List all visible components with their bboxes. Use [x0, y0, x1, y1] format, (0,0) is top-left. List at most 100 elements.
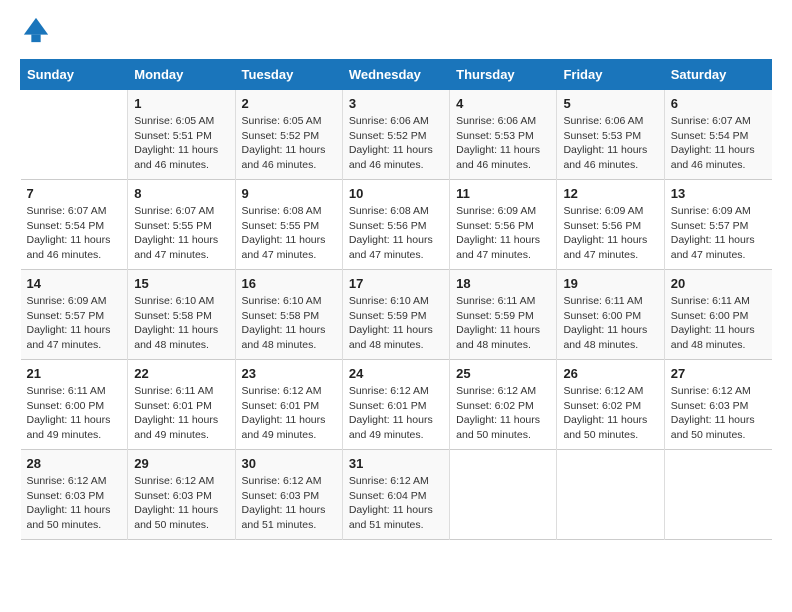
day-info: Sunrise: 6:05 AMSunset: 5:51 PMDaylight:… — [134, 114, 228, 173]
day-info: Sunrise: 6:12 AMSunset: 6:02 PMDaylight:… — [563, 384, 657, 443]
day-info: Sunrise: 6:11 AMSunset: 6:00 PMDaylight:… — [27, 384, 122, 443]
day-info: Sunrise: 6:08 AMSunset: 5:56 PMDaylight:… — [349, 204, 443, 263]
day-info: Sunrise: 6:11 AMSunset: 6:00 PMDaylight:… — [563, 294, 657, 353]
day-info: Sunrise: 6:07 AMSunset: 5:54 PMDaylight:… — [27, 204, 122, 263]
calendar-cell: 16 Sunrise: 6:10 AMSunset: 5:58 PMDayligh… — [235, 270, 342, 360]
day-number: 1 — [134, 96, 228, 111]
calendar-cell: 8 Sunrise: 6:07 AMSunset: 5:55 PMDaylight… — [128, 180, 235, 270]
day-info: Sunrise: 6:12 AMSunset: 6:01 PMDaylight:… — [242, 384, 336, 443]
calendar-cell: 12 Sunrise: 6:09 AMSunset: 5:56 PMDayligh… — [557, 180, 664, 270]
day-info: Sunrise: 6:08 AMSunset: 5:55 PMDaylight:… — [242, 204, 336, 263]
day-number: 25 — [456, 366, 550, 381]
calendar-cell: 6Sunrise: 6:07 AMSunset: 5:54 PMDaylight… — [664, 90, 771, 180]
day-number: 18 — [456, 276, 550, 291]
day-info: Sunrise: 6:10 AMSunset: 5:59 PMDaylight:… — [349, 294, 443, 353]
day-number: 8 — [134, 186, 228, 201]
logo-icon — [22, 16, 50, 44]
calendar-cell: 17 Sunrise: 6:10 AMSunset: 5:59 PMDayligh… — [342, 270, 449, 360]
day-number: 12 — [563, 186, 657, 201]
weekday-header: Monday — [128, 60, 235, 90]
day-number: 9 — [242, 186, 336, 201]
day-number: 7 — [27, 186, 122, 201]
calendar-cell — [450, 450, 557, 540]
calendar-table: SundayMondayTuesdayWednesdayThursdayFrid… — [20, 59, 772, 540]
day-info: Sunrise: 6:12 AMSunset: 6:03 PMDaylight:… — [27, 474, 122, 533]
day-number: 31 — [349, 456, 443, 471]
day-number: 20 — [671, 276, 766, 291]
day-info: Sunrise: 6:12 AMSunset: 6:01 PMDaylight:… — [349, 384, 443, 443]
calendar-cell: 27Sunrise: 6:12 AMSunset: 6:03 PMDayligh… — [664, 360, 771, 450]
day-info: Sunrise: 6:09 AMSunset: 5:57 PMDaylight:… — [671, 204, 766, 263]
calendar-cell: 11 Sunrise: 6:09 AMSunset: 5:56 PMDayligh… — [450, 180, 557, 270]
day-number: 23 — [242, 366, 336, 381]
calendar-cell: 7 Sunrise: 6:07 AMSunset: 5:54 PMDaylight… — [21, 180, 128, 270]
calendar-cell: 5 Sunrise: 6:06 AMSunset: 5:53 PMDaylight… — [557, 90, 664, 180]
day-number: 26 — [563, 366, 657, 381]
calendar-body: 1 Sunrise: 6:05 AMSunset: 5:51 PMDaylight… — [21, 90, 772, 540]
day-info: Sunrise: 6:11 AMSunset: 6:01 PMDaylight:… — [134, 384, 228, 443]
calendar-cell: 24 Sunrise: 6:12 AMSunset: 6:01 PMDayligh… — [342, 360, 449, 450]
day-info: Sunrise: 6:12 AMSunset: 6:03 PMDaylight:… — [242, 474, 336, 533]
weekday-header: Wednesday — [342, 60, 449, 90]
day-number: 22 — [134, 366, 228, 381]
page-header — [20, 20, 772, 49]
calendar-cell: 9 Sunrise: 6:08 AMSunset: 5:55 PMDaylight… — [235, 180, 342, 270]
day-number: 11 — [456, 186, 550, 201]
calendar-cell: 2 Sunrise: 6:05 AMSunset: 5:52 PMDaylight… — [235, 90, 342, 180]
calendar-cell: 31 Sunrise: 6:12 AMSunset: 6:04 PMDayligh… — [342, 450, 449, 540]
day-number: 6 — [671, 96, 766, 111]
weekday-header: Friday — [557, 60, 664, 90]
calendar-week-row: 21 Sunrise: 6:11 AMSunset: 6:00 PMDayligh… — [21, 360, 772, 450]
calendar-cell: 15 Sunrise: 6:10 AMSunset: 5:58 PMDayligh… — [128, 270, 235, 360]
day-info: Sunrise: 6:10 AMSunset: 5:58 PMDaylight:… — [242, 294, 336, 353]
day-number: 28 — [27, 456, 122, 471]
calendar-cell: 22 Sunrise: 6:11 AMSunset: 6:01 PMDayligh… — [128, 360, 235, 450]
calendar-week-row: 14Sunrise: 6:09 AMSunset: 5:57 PMDayligh… — [21, 270, 772, 360]
day-number: 16 — [242, 276, 336, 291]
calendar-cell: 18Sunrise: 6:11 AMSunset: 5:59 PMDayligh… — [450, 270, 557, 360]
day-number: 3 — [349, 96, 443, 111]
calendar-cell: 13 Sunrise: 6:09 AMSunset: 5:57 PMDayligh… — [664, 180, 771, 270]
day-number: 15 — [134, 276, 228, 291]
calendar-cell — [664, 450, 771, 540]
day-number: 4 — [456, 96, 550, 111]
weekday-header: Tuesday — [235, 60, 342, 90]
calendar-cell — [21, 90, 128, 180]
day-info: Sunrise: 6:05 AMSunset: 5:52 PMDaylight:… — [242, 114, 336, 173]
day-number: 24 — [349, 366, 443, 381]
day-number: 17 — [349, 276, 443, 291]
day-number: 29 — [134, 456, 228, 471]
day-number: 30 — [242, 456, 336, 471]
day-info: Sunrise: 6:11 AMSunset: 6:00 PMDaylight:… — [671, 294, 766, 353]
calendar-header-row: SundayMondayTuesdayWednesdayThursdayFrid… — [21, 60, 772, 90]
day-info: Sunrise: 6:09 AMSunset: 5:56 PMDaylight:… — [456, 204, 550, 263]
calendar-cell: 21 Sunrise: 6:11 AMSunset: 6:00 PMDayligh… — [21, 360, 128, 450]
day-info: Sunrise: 6:12 AMSunset: 6:03 PMDaylight:… — [671, 384, 766, 443]
day-info: Sunrise: 6:06 AMSunset: 5:53 PMDaylight:… — [456, 114, 550, 173]
day-info: Sunrise: 6:06 AMSunset: 5:53 PMDaylight:… — [563, 114, 657, 173]
day-info: Sunrise: 6:06 AMSunset: 5:52 PMDaylight:… — [349, 114, 443, 173]
day-info: Sunrise: 6:09 AMSunset: 5:56 PMDaylight:… — [563, 204, 657, 263]
calendar-cell: 30 Sunrise: 6:12 AMSunset: 6:03 PMDayligh… — [235, 450, 342, 540]
calendar-cell: 14Sunrise: 6:09 AMSunset: 5:57 PMDayligh… — [21, 270, 128, 360]
calendar-cell: 25 Sunrise: 6:12 AMSunset: 6:02 PMDayligh… — [450, 360, 557, 450]
day-number: 13 — [671, 186, 766, 201]
day-info: Sunrise: 6:12 AMSunset: 6:02 PMDaylight:… — [456, 384, 550, 443]
calendar-week-row: 1 Sunrise: 6:05 AMSunset: 5:51 PMDaylight… — [21, 90, 772, 180]
day-info: Sunrise: 6:12 AMSunset: 6:04 PMDaylight:… — [349, 474, 443, 533]
calendar-cell: 3 Sunrise: 6:06 AMSunset: 5:52 PMDaylight… — [342, 90, 449, 180]
logo — [20, 20, 54, 49]
day-number: 21 — [27, 366, 122, 381]
weekday-header: Saturday — [664, 60, 771, 90]
calendar-cell: 19 Sunrise: 6:11 AMSunset: 6:00 PMDayligh… — [557, 270, 664, 360]
calendar-week-row: 28 Sunrise: 6:12 AMSunset: 6:03 PMDayligh… — [21, 450, 772, 540]
day-info: Sunrise: 6:09 AMSunset: 5:57 PMDaylight:… — [27, 294, 122, 353]
weekday-header: Thursday — [450, 60, 557, 90]
day-number: 2 — [242, 96, 336, 111]
calendar-cell: 4 Sunrise: 6:06 AMSunset: 5:53 PMDaylight… — [450, 90, 557, 180]
day-info: Sunrise: 6:10 AMSunset: 5:58 PMDaylight:… — [134, 294, 228, 353]
day-number: 5 — [563, 96, 657, 111]
calendar-cell: 23 Sunrise: 6:12 AMSunset: 6:01 PMDayligh… — [235, 360, 342, 450]
day-number: 19 — [563, 276, 657, 291]
day-info: Sunrise: 6:07 AMSunset: 5:55 PMDaylight:… — [134, 204, 228, 263]
